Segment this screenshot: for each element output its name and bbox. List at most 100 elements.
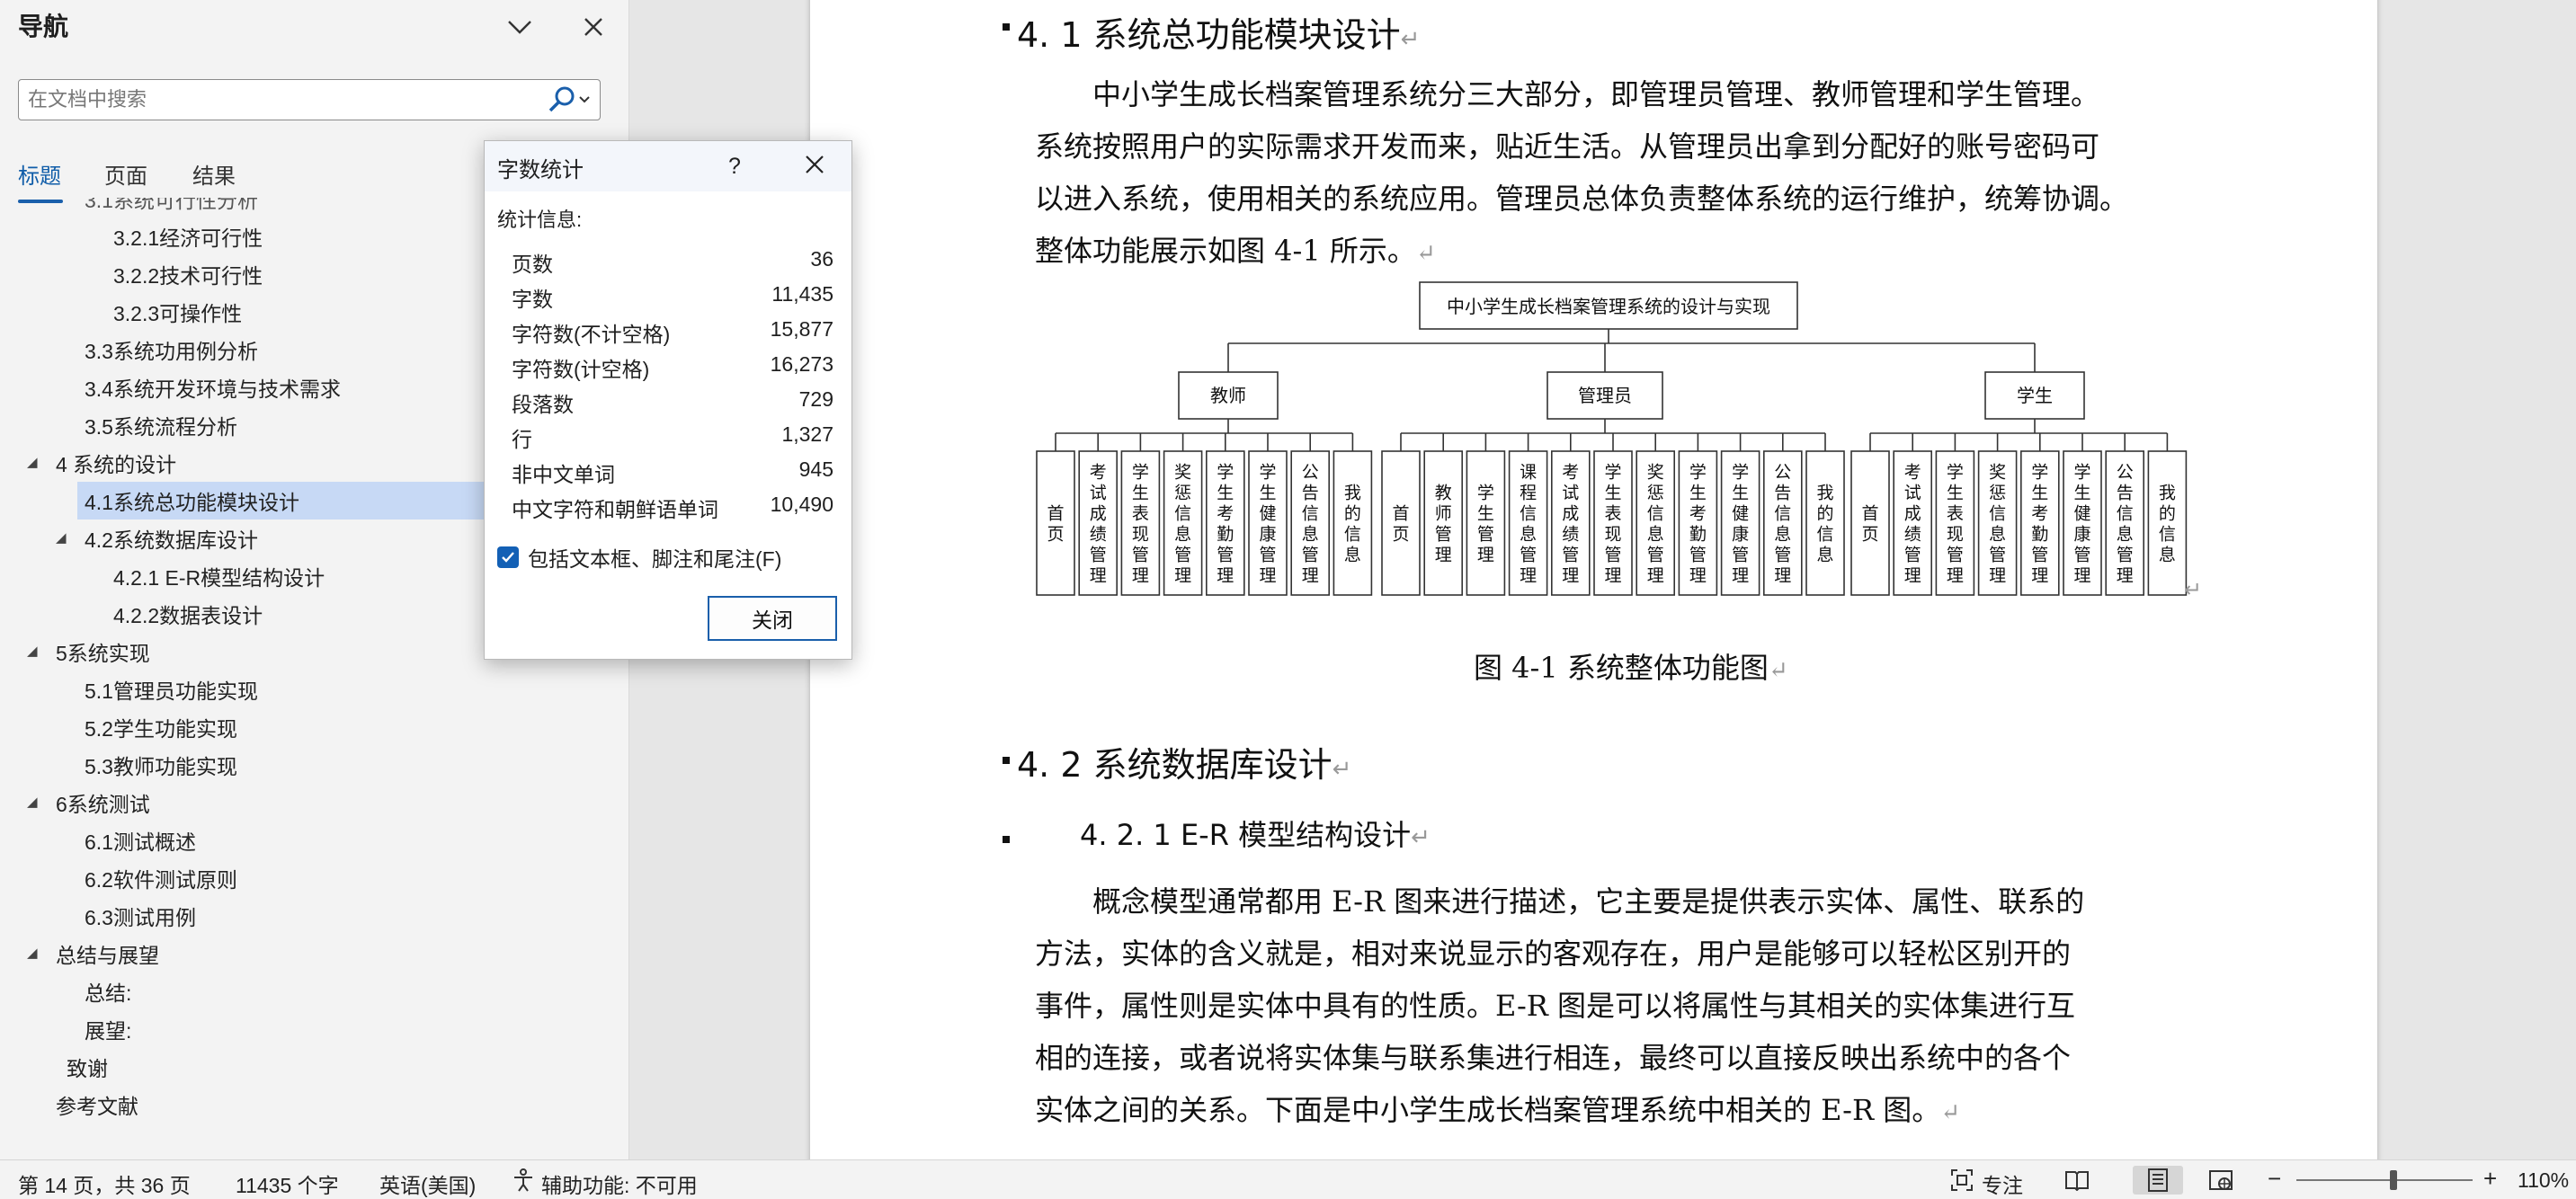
paragraph-mark-bullet [1003, 836, 1010, 843]
stats-label: 统计信息: [497, 209, 583, 231]
page-count[interactable]: 第 14 页，共 36 页 [18, 1168, 191, 1199]
tree-item[interactable]: 4.2.2数据表设计 [113, 595, 263, 633]
include-textbox-checkbox[interactable]: 包括文本框、脚注和尾注(F) [497, 542, 781, 573]
read-mode-icon[interactable] [2063, 1166, 2091, 1195]
text-line: 方法，实体的含义就是，相对来说显示的客观存在，用户是能够可以轻松区别开的 [1035, 928, 2204, 980]
zoom-level[interactable]: 110% [2518, 1168, 2569, 1193]
tree-item[interactable]: 6.1测试概述 [85, 822, 196, 859]
paragraph-overview[interactable]: 中小学生成长档案管理系统分三大部分，即管理员管理、教师管理和学生管理。 系统按照用… [1035, 68, 2204, 280]
return-mark: ↵ [1411, 824, 1431, 851]
leaf-node-label: 学生健康管理 [1732, 463, 1749, 586]
return-mark: ↵ [2184, 578, 2202, 602]
tree-item[interactable]: 3.3系统功用例分析 [85, 331, 258, 369]
leaf-node-label: 考试成绩管理 [1904, 463, 1921, 586]
return-mark: ↵ [1332, 756, 1352, 783]
word-count[interactable]: 11435 个字 [236, 1168, 339, 1199]
text-line: 事件，属性则是实体中具有的性质。E-R 图是可以将属性与其相关的实体集进行互 [1035, 980, 2204, 1032]
help-button[interactable]: ? [717, 148, 753, 184]
zoom-in-button[interactable]: + [2483, 1165, 2497, 1193]
leaf-node-label: 首页 [1861, 504, 1878, 545]
stat-row: 非中文单词 945 [512, 452, 833, 487]
text-line: 相的连接，或者说将实体集与联系集进行相连，最终可以直接反映出系统中的各个 [1035, 1032, 2204, 1084]
zoom-slider-thumb[interactable] [2389, 1170, 2397, 1190]
heading-4-2[interactable]: 4. 2 系统数据库设计↵ [1017, 737, 1351, 786]
stat-value: 10,490 [770, 493, 833, 516]
document-page: 4. 1 系统总功能模块设计↵ 中小学生成长档案管理系统分三大部分，即管理员管理… [810, 0, 2377, 1159]
text-line-content: 概念模型通常都用 E-R 图来进行描述，它主要是提供表示实体、属性、联系的 [1035, 884, 2085, 919]
tree-item[interactable]: 总结: [85, 973, 131, 1010]
text-line: 中小学生成长档案管理系统分三大部分，即管理员管理、教师管理和学生管理。 [1035, 68, 2204, 120]
tree-item[interactable]: 3.1系统可行性分析 [85, 198, 258, 218]
chevron-down-icon[interactable] [502, 9, 538, 45]
stat-value: 729 [798, 387, 833, 411]
expand-caret-icon[interactable]: ◢ [27, 643, 38, 659]
dialog-close-button[interactable] [792, 148, 837, 184]
tree-item[interactable]: 5系统实现 [56, 633, 150, 671]
stat-row: 字数 11,435 [512, 277, 833, 312]
text-line: 实体之间的关系。下面是中小学生成长档案管理系统中相关的 E-R 图。↵ [1035, 1084, 2204, 1139]
tree-item[interactable]: 3.2.2技术可行性 [113, 255, 263, 293]
tree-item[interactable]: 4 系统的设计 [56, 444, 176, 482]
print-layout-icon[interactable] [2133, 1166, 2183, 1195]
language[interactable]: 英语(美国) [379, 1168, 476, 1199]
search-button[interactable] [548, 84, 596, 117]
expand-caret-icon[interactable]: ◢ [27, 945, 38, 961]
accessibility-status[interactable]: 辅助功能: 不可用 [541, 1168, 698, 1199]
tree-item[interactable]: 展望: [85, 1010, 131, 1048]
text-line-content: 中小学生成长档案管理系统分三大部分，即管理员管理、教师管理和学生管理。 [1035, 77, 2100, 111]
zoom-out-button[interactable]: − [2268, 1165, 2281, 1193]
tab-results[interactable]: 结果 [192, 158, 236, 190]
tree-item[interactable]: 参考文献 [56, 1086, 138, 1124]
heading-4-2-1[interactable]: 4. 2. 1 E-R 模型结构设计↵ [1080, 813, 1431, 854]
tree-item[interactable]: 4.2.1 E-R模型结构设计 [113, 557, 325, 595]
heading-4-1[interactable]: 4. 1 系统总功能模块设计↵ [1017, 7, 1420, 57]
tree-item[interactable]: 6系统测试 [56, 784, 150, 822]
leaf-node-label: 奖惩信息管理 [1647, 463, 1664, 586]
search-input[interactable] [28, 87, 549, 112]
expand-caret-icon[interactable]: ◢ [27, 454, 38, 470]
stat-value: 945 [798, 457, 833, 481]
tree-item[interactable]: 5.2学生功能实现 [85, 708, 237, 746]
leaf-node-label: 学生表现管理 [1947, 463, 1964, 586]
checkbox-checked[interactable] [497, 546, 519, 568]
checkbox-label: 包括文本框、脚注和尾注(F) [528, 547, 782, 571]
web-layout-icon[interactable] [2206, 1166, 2235, 1195]
return-mark: ↵ [1415, 240, 1436, 267]
focus-mode[interactable]: 专注 [1982, 1168, 2023, 1199]
zoom-slider[interactable] [2296, 1179, 2473, 1181]
expand-caret-icon[interactable]: ◢ [56, 529, 67, 546]
accessibility-icon[interactable] [509, 1166, 538, 1195]
tab-pages[interactable]: 页面 [104, 158, 147, 190]
stat-row: 字符数(不计空格) 15,877 [512, 312, 833, 347]
tree-item[interactable]: 3.2.3可操作性 [113, 293, 242, 331]
tree-item[interactable]: 5.3教师功能实现 [85, 746, 237, 784]
expand-caret-icon[interactable]: ◢ [27, 794, 38, 810]
word-window: 导航 标题 页面 结果 3.1系统可行性分析 3 [0, 0, 2576, 1199]
tree-item[interactable]: 3.5系统流程分析 [85, 406, 237, 444]
focus-icon[interactable] [1948, 1166, 1976, 1195]
stat-row: 行 1,327 [512, 417, 833, 452]
tree-item[interactable]: 3.4系统开发环境与技术需求 [85, 369, 341, 406]
leaf-node-label: 首页 [1392, 504, 1409, 545]
leaf-node-label: 我的信息 [1344, 484, 1361, 565]
tree-item[interactable]: 3.2.1经济可行性 [113, 218, 263, 255]
text-line: 概念模型通常都用 E-R 图来进行描述，它主要是提供表示实体、属性、联系的 [1035, 875, 2204, 928]
group-node-label: 学生 [2017, 385, 2053, 406]
close-icon[interactable] [575, 9, 611, 45]
tab-headings[interactable]: 标题 [18, 158, 61, 190]
tree-item[interactable]: 致谢 [67, 1048, 108, 1086]
dialog-titlebar[interactable]: 字数统计 ? [485, 141, 851, 191]
leaf-node-label: 公告信息管理 [1302, 463, 1319, 586]
tree-item[interactable]: 5.1管理员功能实现 [85, 671, 258, 708]
tree-item[interactable]: 4.2系统数据库设计 [85, 520, 258, 557]
paragraph-er-model[interactable]: 概念模型通常都用 E-R 图来进行描述，它主要是提供表示实体、属性、联系的方法，… [1035, 875, 2204, 1139]
tree-item[interactable]: 6.3测试用例 [85, 897, 196, 935]
close-button[interactable]: 关闭 [708, 596, 837, 641]
tree-item[interactable]: 6.2软件测试原则 [85, 859, 237, 897]
stat-value: 1,327 [781, 422, 833, 446]
leaf-node-label: 公告信息管理 [1774, 463, 1791, 586]
function-structure-diagram: 中小学生成长档案管理系统的设计与实现教师首页 考试成绩管理 学生表现管理 奖惩信息管理… [1036, 281, 2202, 602]
stat-name: 中文字符和朝鲜语单词 [512, 498, 718, 521]
stats-table: 页数 36 字数 11,435 字符数(不计空格) 15,877 字符数(计空格) 16,27… [512, 242, 833, 522]
tree-item[interactable]: 总结与展望 [56, 935, 159, 973]
